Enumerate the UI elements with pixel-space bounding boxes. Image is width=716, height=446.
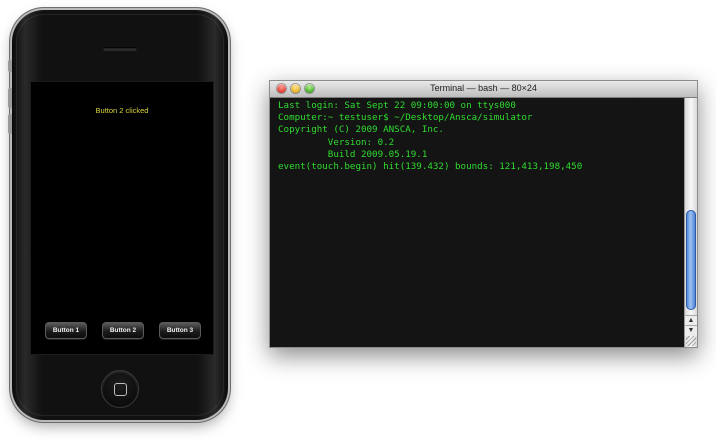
terminal-line: Build 2009.05.19.1: [278, 148, 428, 160]
volume-down-button: [8, 114, 12, 134]
title-bar[interactable]: Terminal — bash — 80×24: [270, 81, 697, 98]
earpiece-speaker: [103, 47, 137, 51]
terminal-line: Computer:~ testuser$ ~/Desktop/Ansca/sim…: [278, 112, 533, 124]
terminal-text: Last login: Sat Sept 22 09:00:00 on ttys…: [270, 98, 684, 173]
terminal-window: Terminal — bash — 80×24 Last login: Sat …: [269, 80, 698, 348]
simulator-screen[interactable]: Button 2 clicked Button 1 Button 2 Butto…: [30, 81, 214, 355]
terminal-line: Version: 0.2: [278, 136, 395, 148]
status-label: Button 2 clicked: [95, 106, 149, 115]
window-title: Terminal — bash — 80×24: [430, 83, 537, 93]
home-button[interactable]: [101, 370, 139, 408]
terminal-output[interactable]: Last login: Sat Sept 22 09:00:00 on ttys…: [270, 98, 684, 347]
vertical-scrollbar[interactable]: ▲ ▼: [684, 98, 697, 347]
volume-up-button: [8, 88, 12, 108]
button-3[interactable]: Button 3: [159, 322, 201, 339]
button-1[interactable]: Button 1: [45, 322, 87, 339]
scroll-thumb[interactable]: [686, 210, 696, 310]
terminal-line: Last login: Sat Sept 22 09:00:00 on ttys…: [278, 100, 516, 111]
terminal-line: Copyright (C) 2009 ANSCA, Inc.: [278, 124, 444, 136]
terminal-line: event(touch.begin) hit(139.432) bounds: …: [278, 161, 583, 173]
home-button-icon: [113, 382, 127, 396]
iphone-simulator: Button 2 clicked Button 1 Button 2 Butto…: [8, 10, 228, 420]
mute-switch: [8, 60, 12, 72]
scroll-down-icon[interactable]: ▼: [685, 325, 697, 336]
button-2[interactable]: Button 2: [102, 322, 144, 339]
resize-grip-icon[interactable]: [686, 336, 696, 346]
